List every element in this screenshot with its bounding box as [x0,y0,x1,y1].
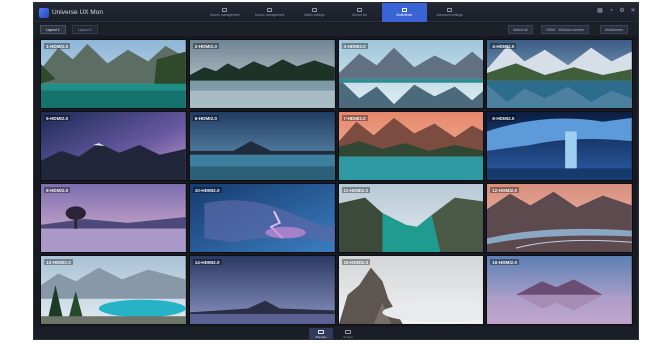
screen-icon [345,329,351,334]
app-window: Universe UX Mon Screen management Source… [33,2,639,340]
tab-layout-1[interactable]: Layout 1 [40,25,66,34]
tile-preview [41,184,186,252]
tile-preview [189,112,335,180]
tile-preview [338,256,484,324]
video-tile[interactable]: 5-HDMI2.0 [40,111,187,181]
tile-label: 2-HDMI2.0 [192,43,219,49]
tile-label: 13-HDMI2.0 [44,259,73,265]
video-tile[interactable]: 15-HDMI2.0 [337,255,485,325]
nav-item-screen-management[interactable]: Screen management [202,3,247,22]
gear-icon[interactable]: ⚙ [619,8,625,15]
main-nav: Screen management Source management Matr… [202,3,472,22]
video-tile[interactable]: 4-HDMI2.0 [486,39,633,109]
tile-preview [338,40,484,108]
video-tile[interactable]: 3-HDMI2.0 [337,39,485,109]
toolbar: Layout 1 Layout 2 Select all HDMI · Wind… [34,23,638,36]
source-icon [267,8,272,12]
monitor-icon [222,8,227,12]
tile-preview [487,256,632,324]
nav-item-label: Matrix settings [304,13,325,17]
preview-icon [318,329,324,334]
tile-label: 9-HDMI2.0 [44,187,71,193]
nav-item-label: Multiviewer [396,13,413,17]
nav-item-label: Advanced settings [436,13,463,17]
tab-preview[interactable]: Preview [309,328,333,339]
tile-label: 6-HDMI2.0 [192,115,219,121]
tile-label: 10-HDMI2.0 [192,187,222,193]
multiviewer-grid: 1-HDMI2.0 2-HDMI2.0 3-HDMI2.0 4-HDMI2.0 … [40,39,633,325]
nav-item-multiviewer[interactable]: Multiviewer [382,3,427,22]
tile-preview [41,40,186,108]
video-tile[interactable]: 2-HDMI2.0 [188,39,336,109]
tab-screen[interactable]: Screen [336,328,360,339]
bottom-tab-label: Preview [315,334,327,339]
video-tile[interactable]: 11-HDMI2.0 [337,183,485,253]
nav-item-advanced-settings[interactable]: Advanced settings [427,3,472,22]
video-tile[interactable]: 16-HDMI2.0 [486,255,633,325]
tile-preview [338,184,484,252]
window-number-dropdown[interactable]: HDMI · Window number [541,25,590,34]
video-tile[interactable]: 6-HDMI2.0 [188,111,336,181]
grid-view-icon[interactable]: ▦ [597,8,603,15]
tile-preview [338,112,484,180]
nav-item-device-list[interactable]: Device list [337,3,382,22]
tile-label: 8-HDMI2.0 [490,115,517,121]
tile-label: 5-HDMI2.0 [44,115,71,121]
nav-item-matrix-settings[interactable]: Matrix settings [292,3,337,22]
title-bar: Universe UX Mon Screen management Source… [34,3,638,22]
tile-label: 14-HDMI2.0 [192,259,222,265]
bottom-tab-label: Screen [343,334,353,339]
tile-preview [41,256,186,324]
tile-label: 12-HDMI2.0 [490,187,520,193]
video-tile[interactable]: 8-HDMI2.0 [486,111,633,181]
multiviewer-dropdown[interactable]: Multiviewer [600,25,628,34]
tab-layout-2[interactable]: Layout 2 [72,25,98,34]
video-tile[interactable]: 9-HDMI2.0 [40,183,187,253]
matrix-icon [312,8,317,12]
tile-preview [189,184,335,252]
bottom-bar: Preview Screen [34,327,638,339]
video-tile[interactable]: 1-HDMI2.0 [40,39,187,109]
tile-label: 15-HDMI2.0 [341,259,371,265]
tile-preview [487,112,632,180]
close-icon[interactable]: ✕ [630,8,636,15]
nav-item-label: Source management [254,13,285,17]
nav-item-label: Screen management [209,13,240,17]
tile-label: 3-HDMI2.0 [341,43,368,49]
tile-label: 1-HDMI2.0 [44,43,71,49]
tile-label: 16-HDMI2.0 [490,259,520,265]
app-title: Universe UX Mon [52,9,103,16]
video-tile[interactable]: 14-HDMI2.0 [188,255,336,325]
tile-label: 4-HDMI2.0 [490,43,517,49]
device-icon [357,8,362,12]
settings-icon [447,8,452,12]
brand: Universe UX Mon [39,7,103,18]
window-controls: ▦ ◔ ⚙ ✕ [597,8,636,15]
app-logo-icon [39,7,49,18]
grid-icon [402,8,407,12]
tile-label: 11-HDMI2.0 [341,187,371,193]
video-tile[interactable]: 12-HDMI2.0 [486,183,633,253]
tile-label: 7-HDMI2.0 [341,115,368,121]
video-tile[interactable]: 10-HDMI2.0 [188,183,336,253]
video-tile[interactable]: 7-HDMI2.0 [337,111,485,181]
tile-preview [189,256,335,324]
nav-item-source-management[interactable]: Source management [247,3,292,22]
tile-preview [41,112,186,180]
tile-preview [189,40,335,108]
tile-preview [487,184,632,252]
nav-item-label: Device list [352,13,367,17]
select-all-button[interactable]: Select all [508,25,533,34]
video-tile[interactable]: 13-HDMI2.0 [40,255,187,325]
tile-preview [487,40,632,108]
user-icon[interactable]: ◔ [608,8,614,15]
